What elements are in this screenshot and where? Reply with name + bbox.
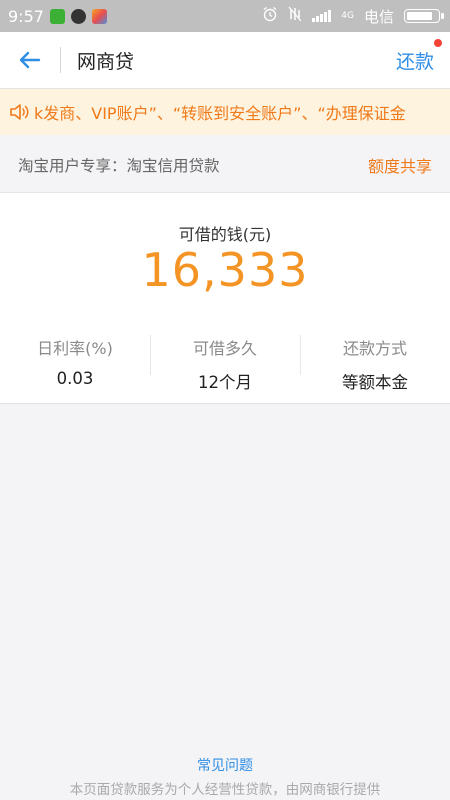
subtitle-bar: 淘宝用户专享：淘宝信用贷款 额度共享 xyxy=(0,140,450,190)
quota-share-link[interactable]: 额度共享 xyxy=(368,153,432,177)
stat-daily-rate: 日利率(%) 0.03 xyxy=(0,323,150,388)
speaker-icon xyxy=(10,104,29,120)
status-bar: 9:57 4G 电信 xyxy=(0,0,450,32)
nav-divider xyxy=(60,47,61,73)
network-type: 4G xyxy=(341,11,354,21)
page-title: 网商贷 xyxy=(77,50,135,73)
repay-button[interactable]: 还款 xyxy=(395,38,442,74)
notice-bar[interactable]: k发商、VIP账户”、“转账到安全账户”、“办理保证金 xyxy=(0,89,450,135)
stat-value: 12个月 xyxy=(198,373,252,392)
footer-disclaimer: 本页面贷款服务为个人经营性贷款，由网商银行提供 xyxy=(69,782,381,798)
stat-label: 还款方式 xyxy=(342,339,407,358)
subtitle-text: 淘宝用户专享：淘宝信用贷款 xyxy=(18,157,220,175)
notification-badge xyxy=(434,38,442,47)
qq-icon xyxy=(70,8,86,24)
stat-label: 可借多久 xyxy=(192,339,257,358)
stat-label: 日利率(%) xyxy=(37,339,113,358)
signal-icon xyxy=(312,10,332,22)
available-amount: 16,333 xyxy=(141,243,309,297)
status-time: 9:57 xyxy=(8,6,44,26)
battery-icon xyxy=(404,9,444,23)
stat-repayment-method: 还款方式 等额本金 xyxy=(300,323,450,392)
wechat-icon xyxy=(49,8,65,24)
repay-label: 还款 xyxy=(395,50,434,73)
stat-loan-term: 可借多久 12个月 xyxy=(150,323,300,392)
loan-stats: 日利率(%) 0.03 可借多久 12个月 还款方式 等额本金 xyxy=(0,323,450,392)
stat-value: 0.03 xyxy=(56,369,94,388)
carrier-name: 电信 xyxy=(363,7,394,26)
mute-icon xyxy=(288,6,302,26)
notice-text: k发商、VIP账户”、“转账到安全账户”、“办理保证金 xyxy=(34,104,406,123)
back-button[interactable] xyxy=(0,32,60,88)
arrow-left-icon xyxy=(19,51,41,69)
battery-level xyxy=(407,12,432,20)
nav-bar: 网商贷 还款 xyxy=(0,32,450,89)
faq-link[interactable]: 常见问题 xyxy=(0,755,450,775)
available-amount-label: 可借的钱(元) xyxy=(178,225,272,244)
alarm-icon xyxy=(262,6,278,26)
loan-card: 可借的钱(元) 16,333 日利率(%) 0.03 可借多久 12个月 还款方… xyxy=(0,192,450,404)
photos-icon xyxy=(91,8,107,24)
stat-value: 等额本金 xyxy=(342,373,408,392)
